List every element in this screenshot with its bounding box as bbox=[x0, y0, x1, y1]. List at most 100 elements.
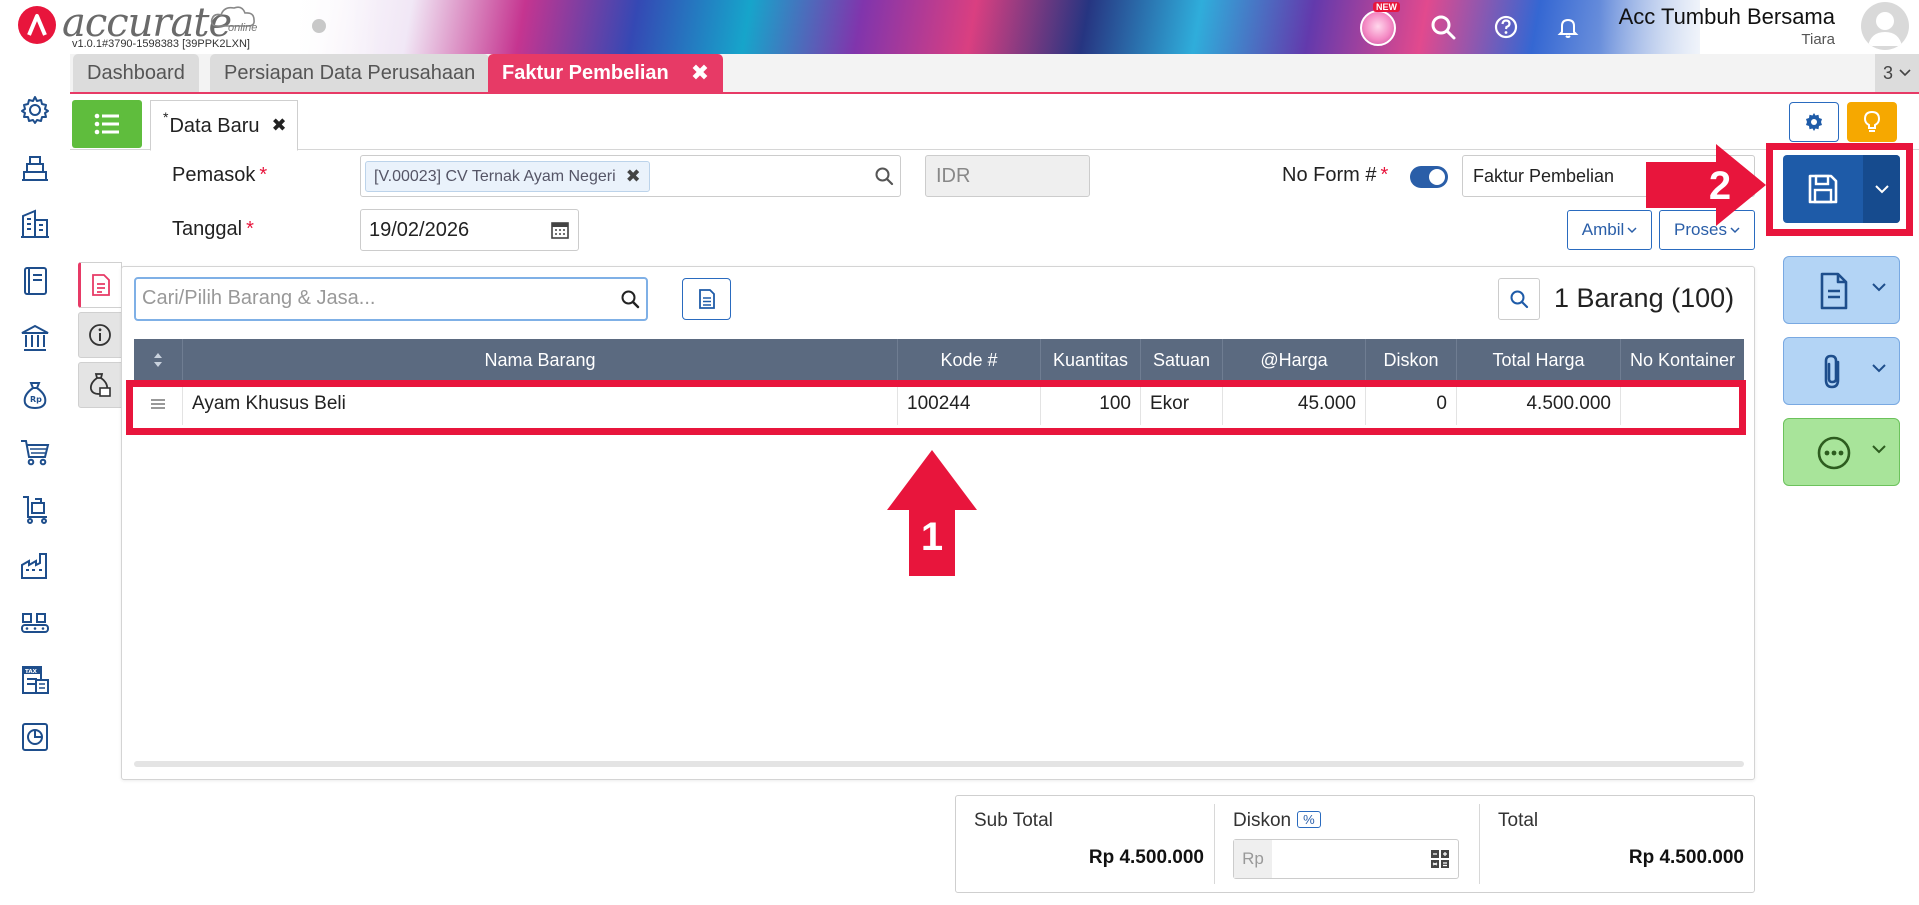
col-kode[interactable]: Kode # bbox=[898, 339, 1041, 381]
subtab-data-baru[interactable]: * Data Baru ✖ bbox=[150, 100, 298, 151]
tips-button[interactable] bbox=[1847, 102, 1897, 142]
calculator-icon[interactable] bbox=[1430, 849, 1450, 869]
svg-text:Rp: Rp bbox=[30, 395, 42, 404]
save-dropdown-toggle[interactable] bbox=[1863, 155, 1900, 223]
sort-icon[interactable] bbox=[134, 339, 183, 381]
list-icon bbox=[94, 113, 119, 135]
drag-handle-icon[interactable] bbox=[134, 383, 183, 425]
settings-icon[interactable] bbox=[17, 92, 53, 128]
chevron-down-icon bbox=[1899, 69, 1911, 77]
save-main[interactable] bbox=[1783, 155, 1863, 223]
col-no-kontainer[interactable]: No Kontainer bbox=[1621, 339, 1744, 381]
attachment-button[interactable] bbox=[1783, 337, 1900, 405]
tanggal-field[interactable]: 19/02/2026 bbox=[360, 209, 579, 251]
tanggal-label: Tanggal * bbox=[172, 218, 254, 240]
info-icon bbox=[89, 324, 111, 346]
svg-text:TAX: TAX bbox=[25, 669, 38, 675]
pemasok-label: Pemasok * bbox=[172, 164, 268, 186]
vtab-items[interactable] bbox=[78, 262, 122, 308]
pemasok-chip: [V.00023] CV Ternak Ayam Negeri ✖ bbox=[365, 161, 650, 192]
avatar[interactable] bbox=[1861, 2, 1909, 50]
total-label: Total bbox=[1498, 810, 1539, 831]
logo-text: accurate bbox=[62, 0, 232, 46]
more-icon bbox=[1817, 436, 1851, 470]
col-harga[interactable]: @Harga bbox=[1223, 339, 1366, 381]
total-value: Rp 4.500.000 bbox=[1628, 847, 1744, 868]
report-icon[interactable] bbox=[17, 719, 53, 755]
col-kuantitas[interactable]: Kuantitas bbox=[1041, 339, 1141, 381]
diskon-percent-toggle[interactable]: % bbox=[1297, 811, 1321, 828]
tab-persiapan-data-perusahaan[interactable]: Persiapan Data Perusahaan bbox=[210, 54, 490, 92]
gear-icon bbox=[1806, 113, 1822, 131]
col-total-harga[interactable]: Total Harga bbox=[1457, 339, 1621, 381]
logo-mark-icon bbox=[18, 6, 56, 44]
panel-search-button[interactable] bbox=[1498, 278, 1540, 320]
table-row[interactable]: Ayam Khusus Beli 100244 100 Ekor 45.000 … bbox=[134, 383, 1744, 425]
bell-icon[interactable] bbox=[1551, 10, 1585, 44]
tab-faktur-pembelian[interactable]: Faktur Pembelian ✖ bbox=[488, 54, 724, 92]
noform-label: No Form # * bbox=[1282, 164, 1389, 186]
close-icon[interactable]: ✖ bbox=[272, 115, 287, 136]
search-icon[interactable] bbox=[620, 289, 640, 309]
gear-button[interactable] bbox=[1789, 102, 1839, 142]
diskon-label: Diskon% bbox=[1233, 810, 1321, 832]
bank-icon[interactable] bbox=[17, 320, 53, 356]
warehouse-icon[interactable] bbox=[17, 150, 53, 186]
cart-icon[interactable] bbox=[17, 434, 53, 470]
noform-auto-toggle[interactable] bbox=[1410, 166, 1448, 188]
money-bag-icon[interactable]: Rp bbox=[17, 377, 53, 413]
cell-total-harga: 4.500.000 bbox=[1457, 383, 1621, 425]
document-icon bbox=[1820, 272, 1848, 310]
sidebar: Rp TAX bbox=[0, 54, 70, 905]
mascot-avatar[interactable] bbox=[1360, 10, 1396, 46]
cell-satuan: Ekor bbox=[1141, 383, 1223, 425]
item-search-input[interactable] bbox=[142, 287, 602, 310]
item-search-box[interactable] bbox=[134, 277, 648, 321]
calendar-icon[interactable] bbox=[550, 220, 570, 240]
col-diskon[interactable]: Diskon bbox=[1366, 339, 1457, 381]
cell-no-kontainer bbox=[1621, 383, 1744, 425]
tab-label: Persiapan Data Perusahaan bbox=[224, 61, 476, 84]
chevron-down-icon bbox=[1872, 283, 1886, 292]
save-button[interactable] bbox=[1783, 155, 1900, 223]
document-icon bbox=[698, 289, 715, 309]
book-icon[interactable] bbox=[17, 263, 53, 299]
chevron-down-icon bbox=[1872, 364, 1886, 373]
horizontal-scrollbar[interactable] bbox=[134, 761, 1744, 767]
search-icon bbox=[1510, 290, 1529, 309]
close-icon[interactable]: ✖ bbox=[691, 60, 709, 86]
conveyor-icon[interactable] bbox=[17, 605, 53, 641]
company-info[interactable]: Acc Tumbuh Bersama Tiara bbox=[1619, 4, 1835, 48]
factory-icon[interactable] bbox=[17, 548, 53, 584]
list-button[interactable] bbox=[72, 100, 142, 148]
subtab-label: Data Baru bbox=[169, 115, 260, 137]
tab-count-dropdown[interactable]: 3 bbox=[1875, 54, 1919, 92]
company-icon[interactable] bbox=[17, 206, 53, 242]
search-icon[interactable] bbox=[874, 166, 894, 186]
document-icon bbox=[92, 274, 110, 296]
cell-diskon: 0 bbox=[1366, 383, 1457, 425]
item-detail-button[interactable] bbox=[682, 278, 731, 320]
document-button[interactable] bbox=[1783, 256, 1900, 324]
more-button[interactable] bbox=[1783, 418, 1900, 486]
diskon-input[interactable]: Rp bbox=[1233, 839, 1459, 879]
status-dot bbox=[312, 19, 326, 33]
cell-nama-barang: Ayam Khusus Beli bbox=[183, 383, 898, 425]
chevron-down-icon bbox=[1872, 445, 1886, 454]
cell-kuantitas: 100 bbox=[1041, 383, 1141, 425]
remove-chip-icon[interactable]: ✖ bbox=[626, 166, 641, 187]
tax-icon[interactable]: TAX bbox=[17, 662, 53, 698]
tab-dashboard[interactable]: Dashboard bbox=[73, 54, 199, 92]
trolley-icon[interactable] bbox=[17, 491, 53, 527]
col-satuan[interactable]: Satuan bbox=[1141, 339, 1223, 381]
subtotal-label: Sub Total bbox=[974, 810, 1053, 831]
ambil-button[interactable]: Ambil bbox=[1567, 210, 1652, 250]
search-icon[interactable] bbox=[1426, 10, 1460, 44]
vtab-info[interactable] bbox=[78, 312, 122, 358]
help-icon[interactable] bbox=[1489, 10, 1523, 44]
vtab-cost[interactable] bbox=[78, 362, 122, 408]
subtotal-section: Sub Total Rp 4.500.000 bbox=[956, 796, 1214, 892]
pemasok-field[interactable]: [V.00023] CV Ternak Ayam Negeri ✖ bbox=[360, 155, 901, 197]
col-nama-barang[interactable]: Nama Barang bbox=[183, 339, 898, 381]
total-section: Total Rp 4.500.000 bbox=[1480, 796, 1754, 892]
